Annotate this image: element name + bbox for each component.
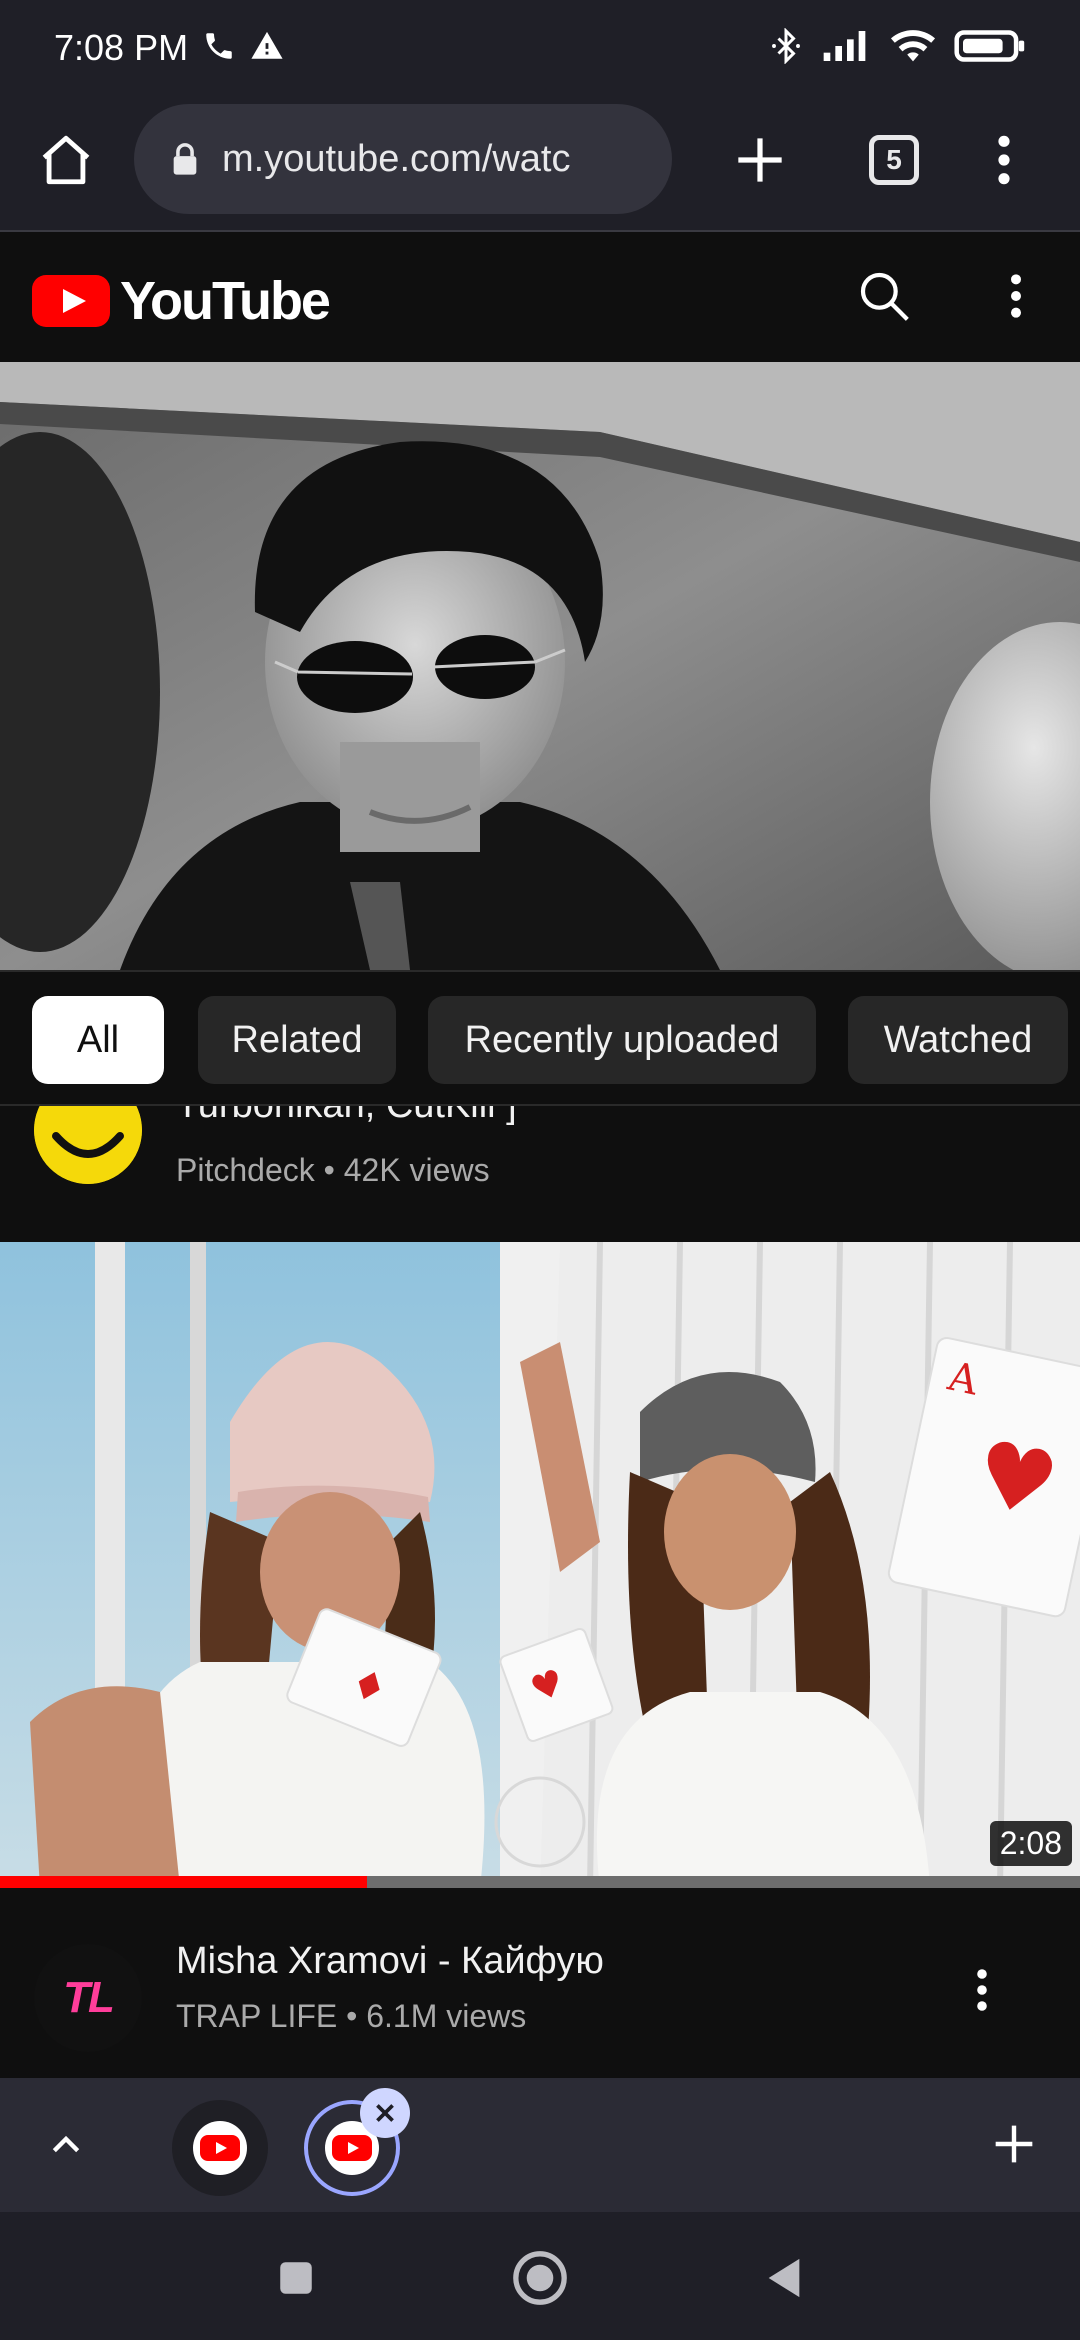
video-thumbnail[interactable]: A ♥ ♦ ♥ 2:08 — [0, 1242, 1080, 1888]
watch-progress-fill — [0, 1876, 368, 1888]
plus-icon — [995, 2125, 1033, 2163]
channel-avatar-text: TL — [63, 1973, 115, 2022]
view-count: 6.1M views — [366, 1998, 527, 2034]
phone-icon — [202, 29, 236, 68]
thumbnail-image: A ♥ ♦ ♥ — [0, 1242, 1080, 1888]
lock-icon — [173, 143, 197, 175]
signal-icon — [822, 29, 872, 68]
filter-chips-bar: All Related Recently uploaded Watched — [0, 970, 1080, 1106]
more-vert-icon — [998, 135, 1010, 185]
system-navigation-bar — [0, 2212, 1080, 2340]
youtube-header: YouTube — [0, 232, 1080, 362]
video-title: Misha Xramovi - Кайфую — [176, 1940, 604, 1982]
search-icon — [860, 272, 909, 321]
youtube-play-logo-icon — [32, 275, 110, 327]
status-time: 7:08 PM — [54, 27, 189, 68]
video-duration: 2:08 — [989, 1821, 1072, 1866]
home-circle-icon — [513, 2251, 567, 2305]
recents-square-icon — [280, 2262, 312, 2294]
youtube-logo[interactable]: YouTube — [32, 270, 331, 332]
meta-separator: • — [323, 1152, 344, 1188]
add-tab-to-group-button[interactable] — [978, 2108, 1050, 2180]
chip-label: Recently uploaded — [464, 1018, 780, 1061]
smiley-face-icon — [34, 1106, 142, 1184]
warning-icon — [250, 29, 284, 68]
tab-group-tab-youtube[interactable] — [172, 2100, 268, 2196]
view-count: 42K views — [343, 1152, 490, 1188]
recents-button[interactable] — [260, 2242, 332, 2314]
more-vert-icon — [1011, 274, 1021, 318]
close-icon — [376, 2104, 394, 2122]
video-list-item-partial[interactable]: Turbonikan, CutKill ] Pitchdeck • 42K vi… — [0, 1106, 1080, 1242]
video-title: Turbonikan, CutKill ] — [176, 1106, 517, 1127]
bluetooth-icon — [768, 26, 804, 69]
tab-count: 5 — [869, 135, 919, 185]
browser-menu-button[interactable] — [968, 124, 1040, 196]
chip-related[interactable]: Related — [198, 996, 396, 1084]
home-nav-button[interactable] — [504, 2242, 576, 2314]
status-bar: 7:08 PM — [0, 0, 1080, 96]
youtube-favicon-icon — [193, 2121, 247, 2175]
video-action-menu-button[interactable] — [950, 1958, 1014, 2022]
plus-icon — [738, 138, 782, 182]
tab-switcher-button[interactable]: 5 — [858, 124, 930, 196]
chip-recently-uploaded[interactable]: Recently uploaded — [428, 996, 816, 1084]
chevron-up-icon — [52, 2135, 80, 2153]
chip-all[interactable]: All — [32, 996, 164, 1084]
expand-tab-group-button[interactable] — [30, 2108, 102, 2180]
browser-toolbar: m.youtube.com/watc 5 — [0, 96, 1080, 232]
battery-icon — [954, 28, 1026, 69]
watch-progress-bar — [0, 1876, 1080, 1888]
search-button[interactable] — [850, 262, 918, 330]
wifi-icon — [890, 28, 936, 69]
channel-avatar[interactable] — [34, 1106, 142, 1184]
back-triangle-icon — [768, 2258, 800, 2298]
home-button[interactable] — [30, 124, 102, 196]
more-vert-icon — [977, 1969, 987, 2011]
back-button[interactable] — [748, 2242, 820, 2314]
address-bar[interactable]: m.youtube.com/watc — [134, 104, 672, 214]
meta-separator: • — [346, 1998, 367, 2034]
channel-name: Pitchdeck — [176, 1152, 315, 1188]
channel-name: TRAP LIFE — [176, 1998, 338, 2034]
chip-watched[interactable]: Watched — [848, 996, 1068, 1084]
video-meta: Pitchdeck • 42K views — [176, 1152, 490, 1189]
video-frame-image — [0, 362, 1080, 970]
new-tab-button[interactable] — [724, 124, 796, 196]
tab-group-bar — [0, 2078, 1080, 2212]
channel-avatar[interactable]: TL — [34, 1944, 142, 2052]
video-player[interactable] — [0, 362, 1080, 970]
home-icon — [42, 135, 90, 185]
video-meta: TRAP LIFE • 6.1M views — [176, 1998, 526, 2035]
chip-label: All — [76, 1018, 120, 1061]
youtube-menu-button[interactable] — [982, 262, 1050, 330]
video-info-row[interactable]: TL Misha Xramovi - Кайфую TRAP LIFE • 6.… — [0, 1888, 1080, 2078]
close-tab-button[interactable] — [360, 2088, 410, 2138]
chip-label: Watched — [883, 1018, 1033, 1061]
url-text: m.youtube.com/watc — [222, 137, 571, 180]
chip-label: Related — [231, 1018, 363, 1061]
youtube-logo-text: YouTube — [120, 271, 331, 331]
